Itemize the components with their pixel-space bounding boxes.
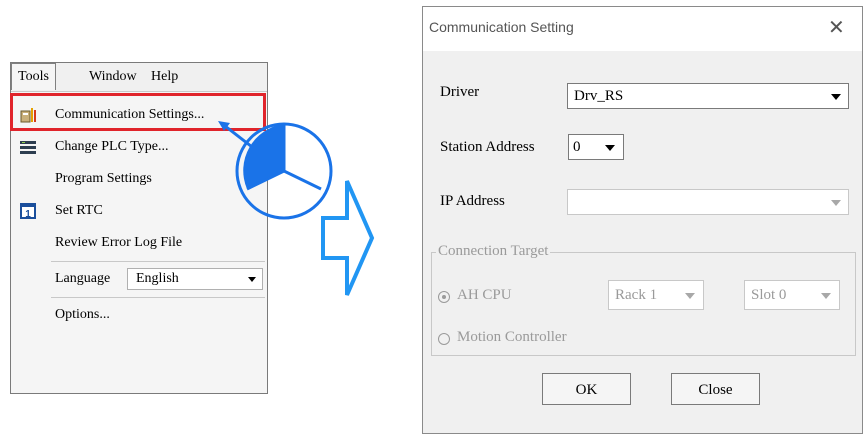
rack-value: Rack 1: [615, 287, 658, 303]
chevron-down-icon: [831, 200, 841, 206]
chevron-down-icon: [831, 94, 841, 100]
ip-address-select[interactable]: [567, 189, 849, 215]
station-address-label: Station Address: [440, 139, 535, 155]
station-address-value: 0: [573, 139, 581, 155]
radio-selected-dot: [442, 295, 446, 299]
close-button[interactable]: Close: [671, 373, 760, 405]
motion-controller-label: Motion Controller: [457, 329, 567, 345]
ok-button[interactable]: OK: [542, 373, 631, 405]
connection-target-label: Connection Target: [436, 243, 551, 260]
chevron-down-icon: [821, 293, 831, 299]
driver-label: Driver: [440, 84, 480, 100]
chevron-down-icon: [685, 293, 695, 299]
dialog-title: Communication Setting: [429, 19, 574, 35]
close-icon[interactable]: ✕: [828, 15, 845, 40]
ip-address-label: IP Address: [440, 193, 505, 209]
ah-cpu-radio[interactable]: [438, 291, 450, 303]
motion-controller-radio[interactable]: [438, 333, 450, 345]
driver-value: Drv_RS: [574, 88, 624, 104]
dialog-titlebar: Communication Setting ✕: [423, 7, 862, 51]
rack-select[interactable]: Rack 1: [608, 280, 704, 310]
chevron-down-icon: [605, 145, 615, 151]
slot-select[interactable]: Slot 0: [744, 280, 840, 310]
communication-setting-dialog: Communication Setting ✕ Driver Drv_RS St…: [422, 6, 863, 434]
next-step-arrow-icon: [321, 180, 375, 296]
ah-cpu-label: AH CPU: [457, 287, 512, 303]
mouse-click-icon: [235, 122, 333, 220]
station-address-select[interactable]: 0: [568, 134, 624, 160]
pointer-arrow-icon: [218, 121, 257, 152]
slot-value: Slot 0: [751, 287, 787, 303]
driver-select[interactable]: Drv_RS: [567, 83, 849, 109]
